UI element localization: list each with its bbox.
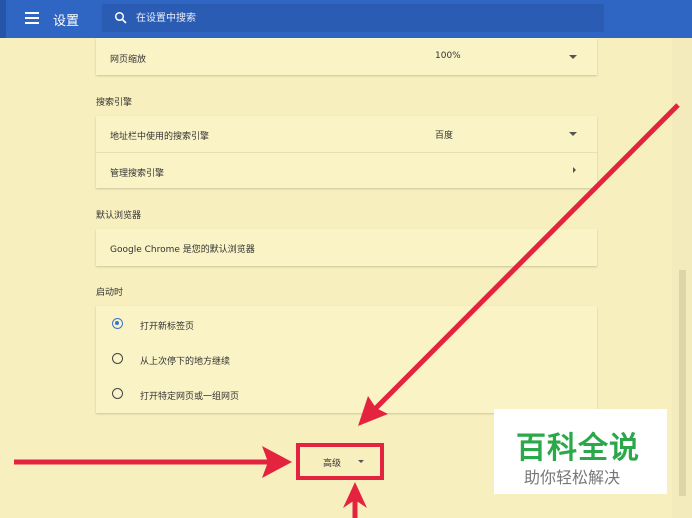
zoom-row[interactable]: 网页缩放 100% bbox=[96, 39, 597, 75]
advanced-label: 高级 bbox=[323, 459, 342, 469]
radio-button[interactable] bbox=[112, 388, 123, 399]
search-input[interactable] bbox=[136, 9, 576, 27]
address-bar-engine-value[interactable]: 百度 bbox=[435, 128, 453, 141]
zoom-label: 网页缩放 bbox=[110, 55, 147, 65]
chevron-down-icon[interactable] bbox=[569, 55, 577, 59]
startup-option-label: 打开特定网页或一组网页 bbox=[140, 392, 240, 402]
address-bar-engine-row[interactable]: 地址栏中使用的搜索引擎 百度 bbox=[96, 116, 597, 152]
search-box[interactable] bbox=[102, 4, 604, 32]
arrow-bottom-annotation bbox=[343, 482, 367, 518]
on-startup-card: 打开新标签页 从上次停下的地方继续 打开特定网页或一组网页 bbox=[96, 306, 597, 413]
default-browser-row: Google Chrome 是您的默认浏览器 bbox=[96, 229, 597, 265]
chevron-down-icon[interactable] bbox=[569, 132, 577, 136]
watermark-subtitle: 助你轻松解决 bbox=[524, 468, 621, 487]
radio-button-selected[interactable] bbox=[112, 318, 123, 329]
page-title: 设置 bbox=[53, 14, 80, 29]
startup-option-continue[interactable]: 从上次停下的地方继续 bbox=[96, 341, 597, 377]
startup-option-label: 打开新标签页 bbox=[140, 322, 195, 332]
search-engine-heading: 搜索引擎 bbox=[96, 98, 133, 108]
arrow-left-annotation bbox=[14, 446, 292, 478]
chevron-right-icon bbox=[573, 167, 576, 173]
advanced-button[interactable]: 高级 bbox=[296, 443, 384, 480]
manage-search-engines-row[interactable]: 管理搜索引擎 bbox=[96, 153, 597, 189]
default-browser-status: Google Chrome 是您的默认浏览器 bbox=[110, 245, 255, 255]
startup-option-label: 从上次停下的地方继续 bbox=[140, 357, 231, 367]
appearance-card: 网页缩放 100% bbox=[96, 38, 597, 75]
zoom-value[interactable]: 100% bbox=[435, 51, 461, 61]
startup-option-specific-pages[interactable]: 打开特定网页或一组网页 bbox=[96, 376, 597, 412]
default-browser-card: Google Chrome 是您的默认浏览器 bbox=[96, 229, 597, 266]
scrollbar-thumb[interactable] bbox=[679, 270, 686, 496]
manage-search-engines-label: 管理搜索引擎 bbox=[110, 169, 165, 179]
search-icon bbox=[114, 11, 127, 24]
default-browser-heading: 默认浏览器 bbox=[96, 211, 142, 221]
watermark-logo: 百科全说 助你轻松解决 bbox=[494, 409, 667, 494]
on-startup-heading: 启动时 bbox=[96, 288, 124, 298]
watermark-title: 百科全说 bbox=[516, 431, 640, 466]
top-toolbar: 设置 bbox=[0, 0, 692, 38]
startup-option-new-tab[interactable]: 打开新标签页 bbox=[96, 306, 597, 342]
search-engine-card: 地址栏中使用的搜索引擎 百度 管理搜索引擎 bbox=[96, 116, 597, 188]
chevron-down-icon bbox=[358, 460, 364, 463]
address-bar-engine-label: 地址栏中使用的搜索引擎 bbox=[110, 132, 210, 142]
menu-icon[interactable] bbox=[25, 12, 39, 24]
radio-button[interactable] bbox=[112, 353, 123, 364]
